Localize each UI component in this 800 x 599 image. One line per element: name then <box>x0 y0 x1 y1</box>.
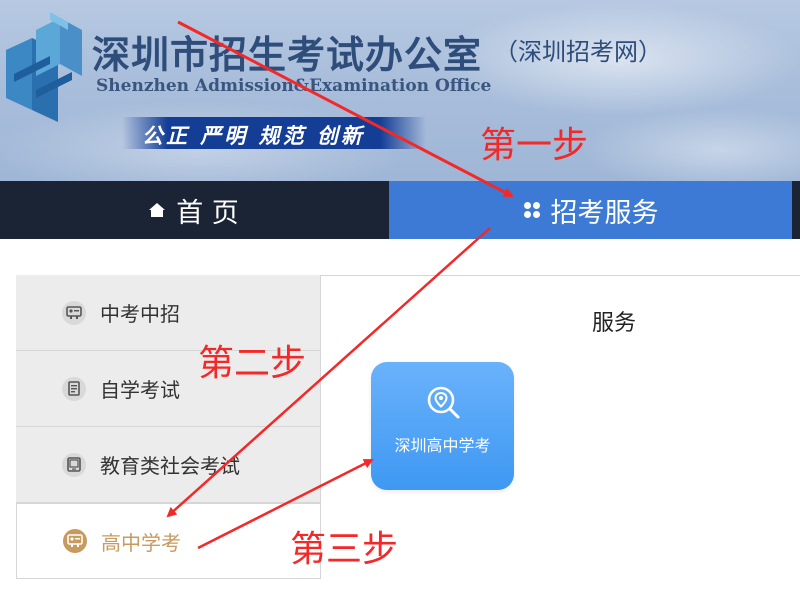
sidebar-item-label: 自学考试 <box>100 378 180 402</box>
id-card-icon <box>62 300 86 325</box>
document-icon <box>62 376 86 401</box>
org-name: 深圳市招生考试办公室 <box>92 32 483 77</box>
slogan: 公正 严明 规范 创新 <box>142 124 365 148</box>
sidebar-item-label: 中考中招 <box>100 302 180 326</box>
service-tile-gaozhong-xuekao[interactable]: 深圳高中学考 <box>371 362 514 490</box>
id-card-icon <box>63 529 87 553</box>
tablet-icon <box>62 452 86 477</box>
grid-icon <box>523 201 541 219</box>
sidebar-item-label: 高中学考 <box>101 530 181 555</box>
sidebar-item-education-exams[interactable]: 教育类社会考试 <box>16 427 320 503</box>
logo-icon <box>6 12 82 122</box>
service-tile-label: 深圳高中学考 <box>394 436 491 455</box>
sidebar: 中考中招 自学考试 教育类社会考试 高中学考 <box>16 275 320 579</box>
home-icon <box>148 201 166 219</box>
step2-label: 第二步 <box>198 343 307 384</box>
header-banner: 深圳市招生考试办公室 （深圳招考网） Shenzhen Admission&Ex… <box>0 0 800 181</box>
nav-item-exam-services-label: 招考服务 <box>550 197 659 229</box>
org-site-name: （深圳招考网） <box>494 38 662 66</box>
search-location-icon <box>427 386 460 419</box>
section-title: 服务 <box>592 311 637 336</box>
sidebar-item-gaozhong-xuekao[interactable]: 高中学考 <box>16 503 320 579</box>
step3-label: 第三步 <box>290 529 399 570</box>
nav-item-home[interactable]: 首 页 <box>0 181 387 239</box>
sidebar-item-label: 教育类社会考试 <box>100 454 240 478</box>
nav-item-home-label: 首 页 <box>176 197 239 229</box>
step1-label: 第一步 <box>480 125 589 166</box>
main-nav: 首 页 招考服务 <box>0 181 800 239</box>
org-name-en: Shenzhen Admission&Examination Office <box>96 76 492 96</box>
nav-item-exam-services[interactable]: 招考服务 <box>389 181 792 239</box>
